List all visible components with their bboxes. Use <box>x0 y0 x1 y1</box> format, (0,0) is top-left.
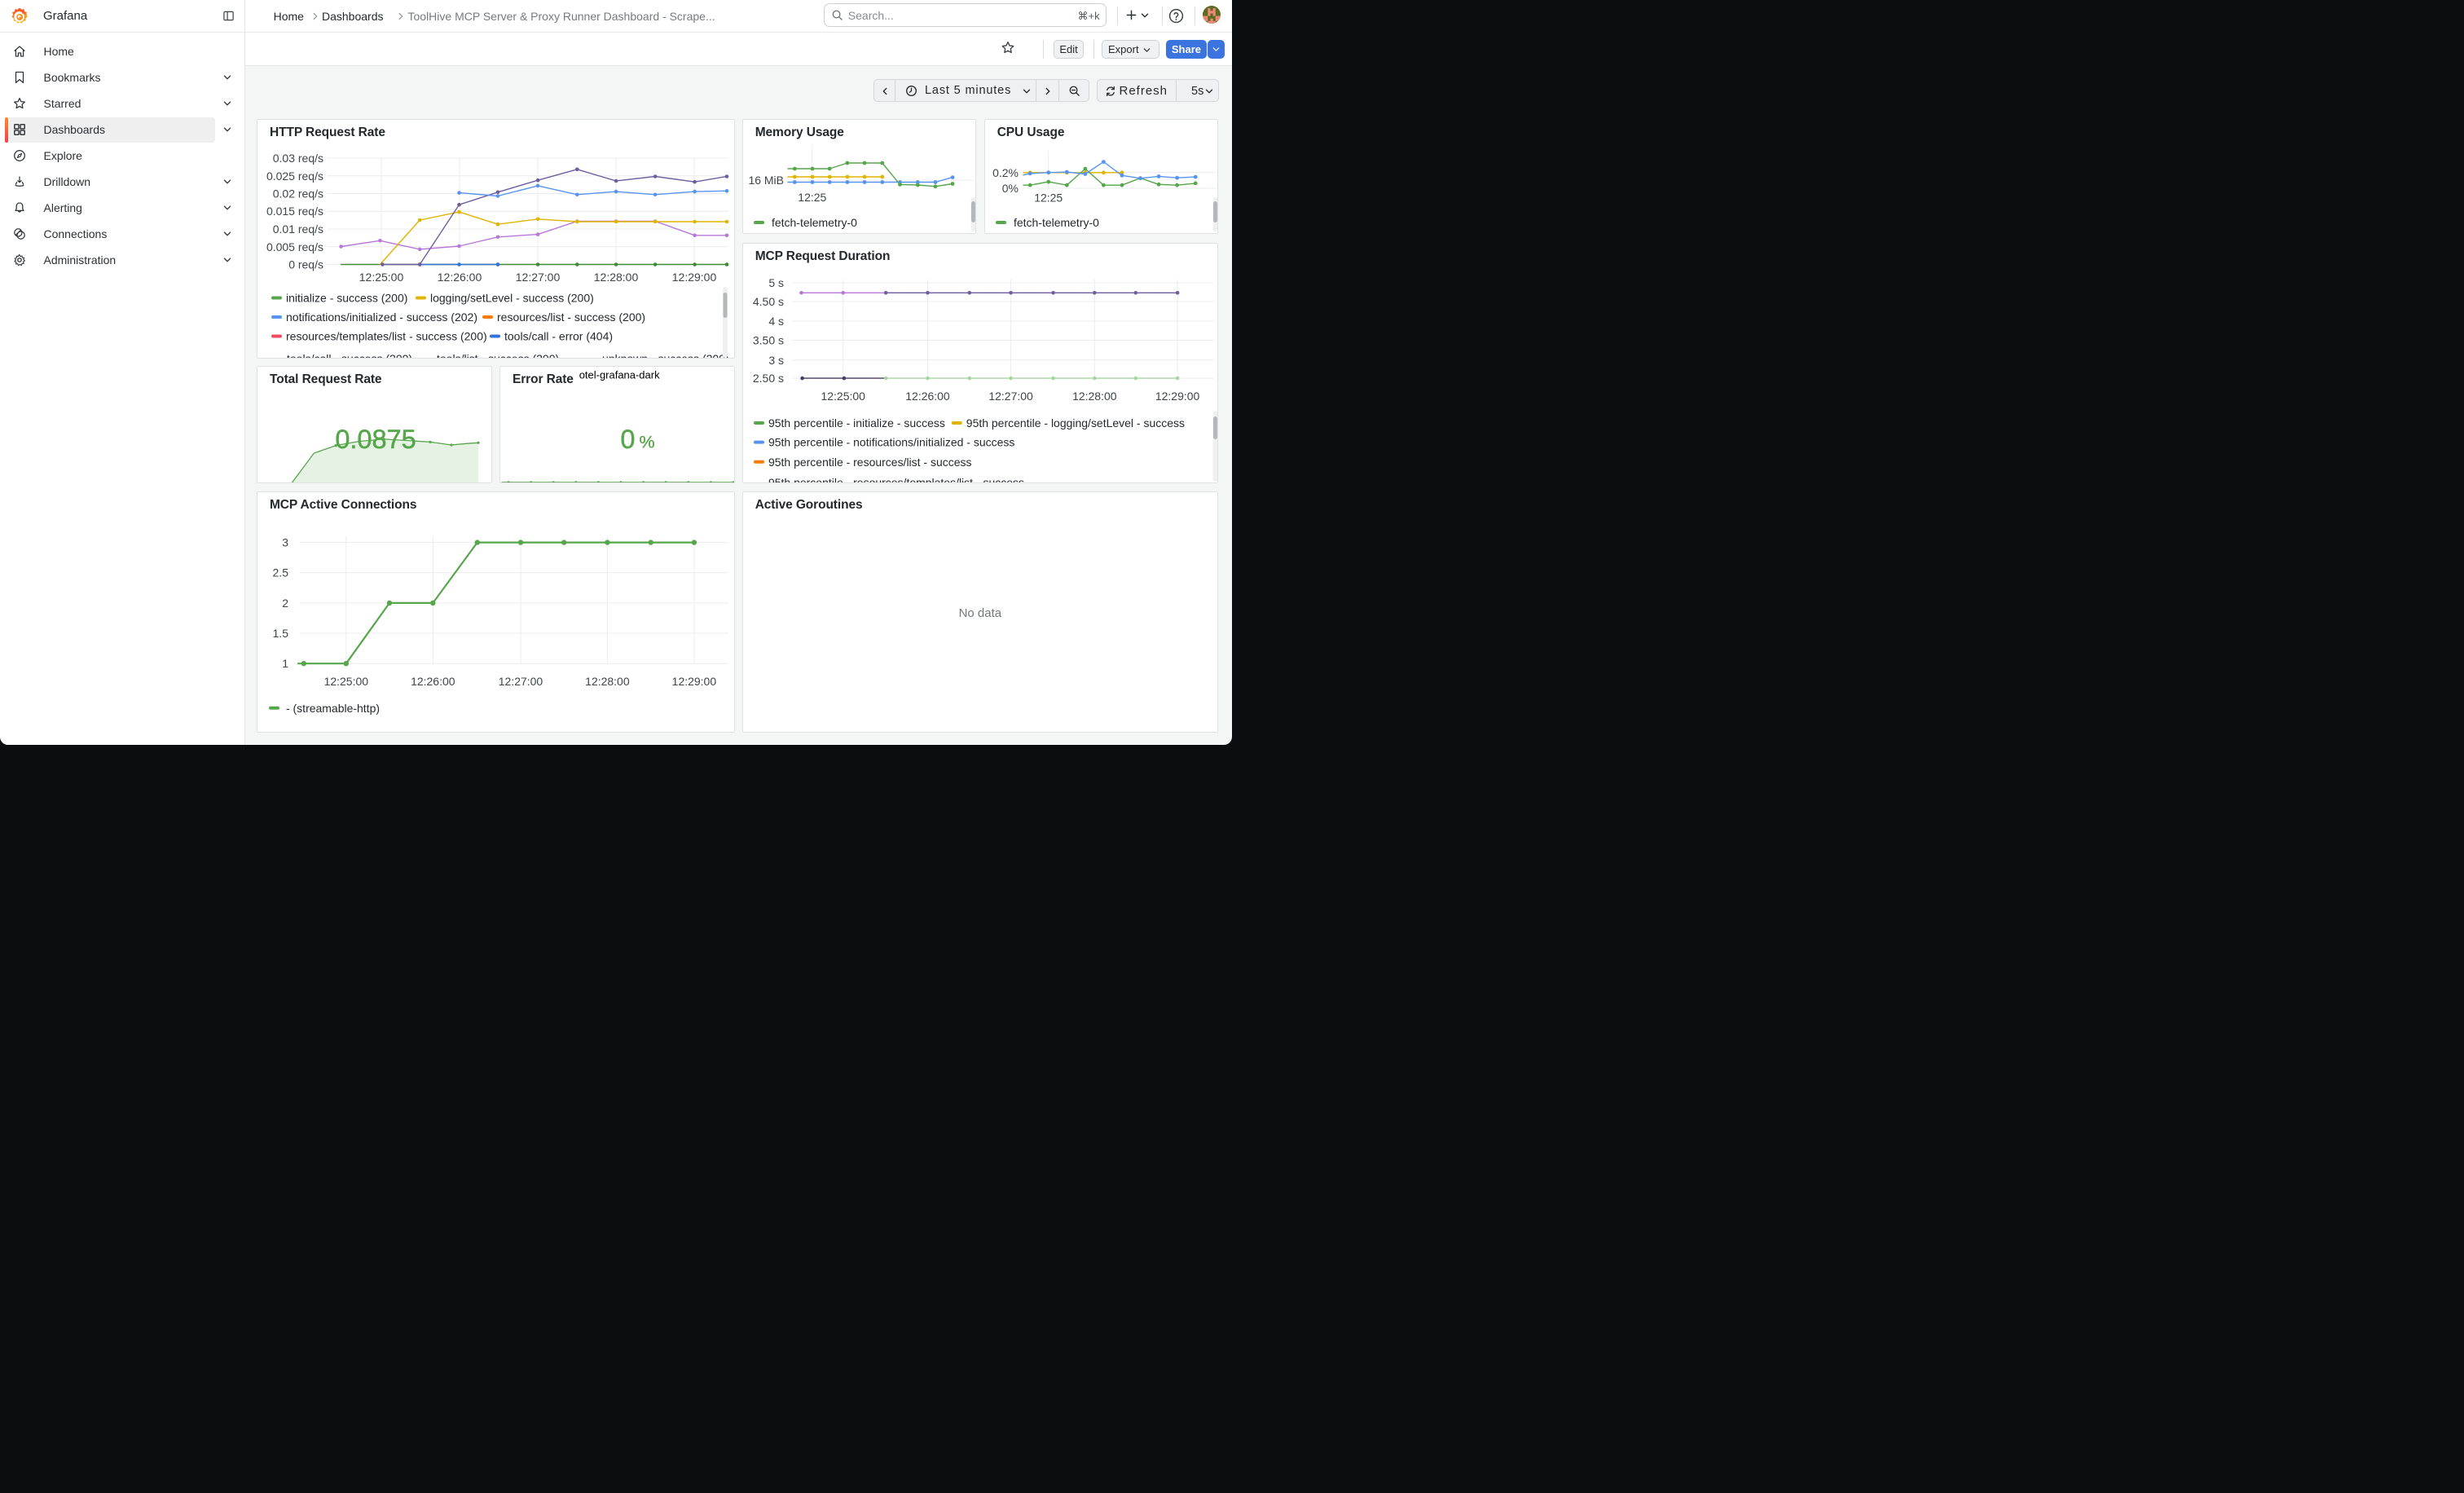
svg-text:95th percentile - logging/setL: 95th percentile - logging/setLevel - suc… <box>966 416 1184 429</box>
svg-text:0.015 req/s: 0.015 req/s <box>266 205 323 218</box>
svg-text:12:25: 12:25 <box>798 190 826 203</box>
svg-text:2: 2 <box>282 597 288 610</box>
svg-text:95th percentile - initialize -: 95th percentile - initialize - success <box>768 416 945 429</box>
svg-text:12:28:00: 12:28:00 <box>585 675 630 688</box>
svg-text:0: 0 <box>620 425 635 454</box>
svg-text:16 MiB: 16 MiB <box>748 174 784 187</box>
svg-text:12:25:00: 12:25:00 <box>821 390 865 403</box>
svg-text:fetch-telemetry-0: fetch-telemetry-0 <box>772 215 857 228</box>
svg-text:12:28:00: 12:28:00 <box>1072 390 1117 403</box>
svg-text:0.2%: 0.2% <box>992 165 1019 178</box>
svg-text:logging/setLevel - success (20: logging/setLevel - success (200) <box>430 291 594 304</box>
svg-text:12:25:00: 12:25:00 <box>359 271 404 284</box>
svg-text:12:27:00: 12:27:00 <box>499 675 543 688</box>
svg-text:0.0875: 0.0875 <box>335 425 416 454</box>
svg-text:95th percentile - resources/te: 95th percentile - resources/templates/li… <box>768 476 1024 483</box>
svg-text:resources/list - success (200): resources/list - success (200) <box>497 310 645 324</box>
svg-text:12:25:00: 12:25:00 <box>324 675 369 688</box>
svg-text:12:25: 12:25 <box>1034 191 1063 204</box>
svg-text:12:26:00: 12:26:00 <box>905 390 950 403</box>
svg-text:%: % <box>639 433 654 452</box>
svg-text:0.01 req/s: 0.01 req/s <box>273 222 323 236</box>
svg-text:95th percentile - notification: 95th percentile - notifications/initiali… <box>768 435 1014 448</box>
svg-text:3: 3 <box>282 535 288 548</box>
svg-text:12:29:00: 12:29:00 <box>1155 390 1200 403</box>
svg-text:12:27:00: 12:27:00 <box>516 271 561 284</box>
svg-text:5 s: 5 s <box>768 276 784 289</box>
svg-text:otel-grafana-dark: otel-grafana-dark <box>579 369 660 381</box>
svg-text:4 s: 4 s <box>768 315 784 328</box>
svg-text:0%: 0% <box>1001 181 1018 194</box>
svg-text:initialize - success (200): initialize - success (200) <box>286 291 407 304</box>
svg-text:0.03 req/s: 0.03 req/s <box>273 152 323 165</box>
svg-text:resources/templates/list - suc: resources/templates/list - success (200) <box>286 329 487 342</box>
svg-text:12:26:00: 12:26:00 <box>411 675 455 688</box>
svg-text:notifications/initialized - su: notifications/initialized - success (202… <box>286 310 477 324</box>
svg-text:12:26:00: 12:26:00 <box>438 271 482 284</box>
svg-text:1.5: 1.5 <box>273 627 289 640</box>
svg-text:0.005 req/s: 0.005 req/s <box>266 240 323 253</box>
svg-text:95th percentile - resources/li: 95th percentile - resources/list - succe… <box>768 456 971 469</box>
svg-text:0.025 req/s: 0.025 req/s <box>266 169 323 182</box>
svg-text:unknown - success (200): unknown - success (200) <box>602 352 729 359</box>
svg-text:0.02 req/s: 0.02 req/s <box>273 187 323 200</box>
svg-text:12:27:00: 12:27:00 <box>988 390 1033 403</box>
svg-text:2.50 s: 2.50 s <box>753 372 784 385</box>
svg-text:tools/call - error (404): tools/call - error (404) <box>504 329 613 342</box>
svg-text:tools/list - success (200): tools/list - success (200) <box>437 352 559 359</box>
svg-text:- (streamable-http): - (streamable-http) <box>286 701 380 714</box>
svg-text:3.50 s: 3.50 s <box>753 333 784 346</box>
svg-text:2.5: 2.5 <box>273 566 289 579</box>
svg-text:fetch-telemetry-0: fetch-telemetry-0 <box>1014 215 1099 228</box>
svg-text:3 s: 3 s <box>768 354 784 367</box>
svg-text:1: 1 <box>282 657 288 670</box>
svg-text:4.50 s: 4.50 s <box>753 295 784 308</box>
svg-text:tools/call - success (200): tools/call - success (200) <box>287 352 412 359</box>
svg-text:0 req/s: 0 req/s <box>288 258 323 271</box>
svg-text:12:29:00: 12:29:00 <box>672 271 717 284</box>
svg-text:12:28:00: 12:28:00 <box>594 271 639 284</box>
svg-text:12:29:00: 12:29:00 <box>672 675 717 688</box>
